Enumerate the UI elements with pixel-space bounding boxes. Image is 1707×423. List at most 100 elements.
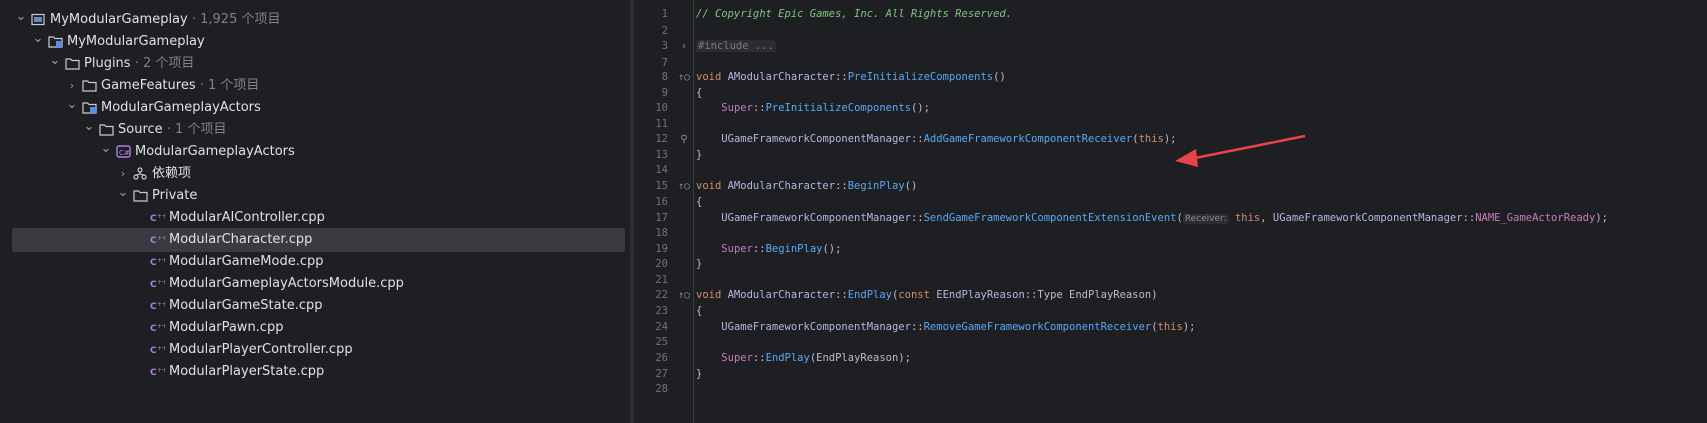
- tree-item-text: Plugins · 2 个项目: [84, 52, 194, 76]
- code-editor[interactable]: 1 // Copyright Epic Games, Inc. All Right…: [634, 0, 1707, 423]
- code-token: }: [696, 149, 703, 161]
- line-number: 25: [655, 336, 668, 348]
- gutter-marker-icon[interactable]: ↑○: [670, 69, 698, 86]
- tree-item-text: ModularPawn.cpp: [169, 316, 283, 340]
- code-line[interactable]: 10 Super::PreInitializeComponents();: [634, 100, 1707, 117]
- code-line[interactable]: 28: [634, 381, 1707, 398]
- chevron-down-icon[interactable]: ⌄: [48, 52, 62, 76]
- code-line[interactable]: 16 {: [634, 194, 1707, 211]
- cpp-file-icon: C ++: [150, 343, 165, 356]
- code-token: BeginPlay: [847, 180, 905, 192]
- tree-item[interactable]: C ++ ModularGameMode.cpp: [0, 250, 630, 274]
- code-token: const: [898, 289, 937, 301]
- line-number: 10: [655, 102, 668, 114]
- code-line[interactable]: 14: [634, 162, 1707, 179]
- tree-item-count: · 1 个项目: [166, 122, 227, 137]
- gutter-marker-icon[interactable]: ⚲: [670, 131, 698, 148]
- code-token: void: [696, 180, 728, 192]
- code-token: ::: [752, 352, 766, 364]
- code-token: EndPlay: [765, 352, 810, 364]
- project-icon: [48, 35, 63, 48]
- tree-item[interactable]: C ++ ModularPlayerController.cpp: [0, 338, 630, 362]
- tree-item-label: GameFeatures: [101, 78, 196, 93]
- code-token: PreInitializeComponents: [847, 71, 994, 83]
- code-token: ::: [835, 180, 848, 192]
- tree-item[interactable]: C ++ ModularGameState.cpp: [0, 294, 630, 318]
- tree-item[interactable]: ⌄ MyModularGameplay · 1,925 个项目: [0, 8, 630, 32]
- code-token: RemoveGameFrameworkComponentReceiver: [923, 321, 1152, 333]
- gutter-marker-icon[interactable]: ↑○: [670, 287, 698, 304]
- chevron-right-icon[interactable]: ›: [116, 162, 130, 186]
- code-token: ();: [822, 243, 842, 255]
- svg-text:++: ++: [157, 279, 165, 286]
- tree-item[interactable]: ⌄ Plugins · 2 个项目: [0, 52, 630, 76]
- tree-item[interactable]: ⌄ C# ModularGameplayActors: [0, 140, 630, 164]
- tree-item[interactable]: ⌄ Source · 1 个项目: [0, 118, 630, 142]
- code-line[interactable]: 25: [634, 334, 1707, 351]
- code-token: ();: [910, 102, 930, 114]
- code-token: EEndPlayReason: [936, 289, 1025, 301]
- code-line[interactable]: 12 ⚲ UGameFrameworkComponentManager::AddG…: [634, 131, 1707, 148]
- tree-item-text: MyModularGameplay · 1,925 个项目: [50, 8, 280, 32]
- tree-item[interactable]: C ++ ModularCharacter.cpp: [0, 228, 630, 252]
- chevron-down-icon[interactable]: ⌄: [14, 8, 28, 32]
- code-line[interactable]: 1 // Copyright Epic Games, Inc. All Right…: [634, 6, 1707, 23]
- code-token: Super: [721, 352, 753, 364]
- tree-item-text: ModularPlayerState.cpp: [169, 360, 324, 384]
- code-line[interactable]: 26 Super::EndPlay(EndPlayReason);: [634, 350, 1707, 367]
- code-token: );: [1163, 133, 1177, 145]
- tree-item-text: ModularGameplayActors: [101, 96, 261, 120]
- line-number: 16: [655, 196, 668, 208]
- tree-item[interactable]: › 依赖项: [0, 162, 630, 186]
- line-number: 26: [655, 352, 668, 364]
- tree-item-label: ModularGameMode.cpp: [169, 254, 324, 269]
- code-token: ::: [910, 321, 924, 333]
- tree-item-text: 依赖项: [152, 162, 191, 186]
- tree-item[interactable]: C ++ ModularAIController.cpp: [0, 206, 630, 230]
- svg-text:++: ++: [157, 235, 165, 242]
- line-number: 23: [655, 305, 668, 317]
- tree-item[interactable]: ⌄ Private: [0, 184, 630, 208]
- tree-item[interactable]: › GameFeatures · 1 个项目: [0, 74, 630, 98]
- code-token: (): [904, 180, 918, 192]
- chevron-down-icon[interactable]: ⌄: [116, 184, 130, 208]
- code-token: (EndPlayReason);: [809, 352, 911, 364]
- code-line[interactable]: 20}: [634, 256, 1707, 273]
- code-token: ::: [1462, 212, 1476, 224]
- tree-item-label: Private: [152, 188, 198, 203]
- tree-item[interactable]: ⌄ ModularGameplayActors: [0, 96, 630, 120]
- svg-text:C: C: [150, 280, 157, 290]
- cpp-project-icon: C#: [116, 145, 131, 158]
- code-line[interactable]: 15 ↑○ void AModularCharacter::BeginPlay(): [634, 178, 1707, 195]
- tree-item[interactable]: C ++ ModularPlayerState.cpp: [0, 360, 630, 384]
- code-token: AModularCharacter: [727, 289, 836, 301]
- tree-item-label: ModularAIController.cpp: [169, 210, 325, 225]
- tree-item-text: ModularGameplayActorsModule.cpp: [169, 272, 404, 296]
- chevron-right-icon[interactable]: ›: [65, 74, 79, 98]
- code-token: (): [993, 71, 1006, 83]
- code-line[interactable]: 3 › #include ...: [634, 38, 1707, 55]
- code-token: {: [696, 196, 703, 208]
- chevron-down-icon[interactable]: ⌄: [65, 96, 79, 120]
- chevron-down-icon[interactable]: ⌄: [99, 140, 113, 164]
- tree-item[interactable]: ⌄ MyModularGameplay: [0, 30, 630, 54]
- chevron-down-icon[interactable]: ⌄: [82, 118, 96, 142]
- tree-item-label: ModularGameplayActorsModule.cpp: [169, 276, 404, 291]
- code-token: SendGameFrameworkComponentExtensionEvent: [923, 212, 1177, 224]
- gutter-marker-icon[interactable]: ›: [670, 38, 698, 55]
- chevron-down-icon[interactable]: ⌄: [31, 30, 45, 54]
- code-line[interactable]: 22 ↑○ void AModularCharacter::EndPlay(cons…: [634, 287, 1707, 304]
- vertical-scrollbar[interactable]: [1698, 0, 1706, 423]
- folded-region[interactable]: #include ...: [696, 40, 776, 52]
- gutter-marker-icon[interactable]: ↑○: [670, 178, 698, 195]
- tree-item[interactable]: C ++ ModularPawn.cpp: [0, 316, 630, 340]
- code-text: void AModularCharacter::PreInitializeCom…: [696, 69, 1006, 86]
- code-line[interactable]: 23 {: [634, 303, 1707, 320]
- tree-item[interactable]: C ++ ModularGameplayActorsModule.cpp: [0, 272, 630, 296]
- code-line[interactable]: 8 ↑○ void AModularCharacter::PreInitialize…: [634, 69, 1707, 86]
- svg-text:++: ++: [157, 213, 165, 220]
- code-line[interactable]: 18: [634, 225, 1707, 242]
- code-token: ::: [910, 212, 924, 224]
